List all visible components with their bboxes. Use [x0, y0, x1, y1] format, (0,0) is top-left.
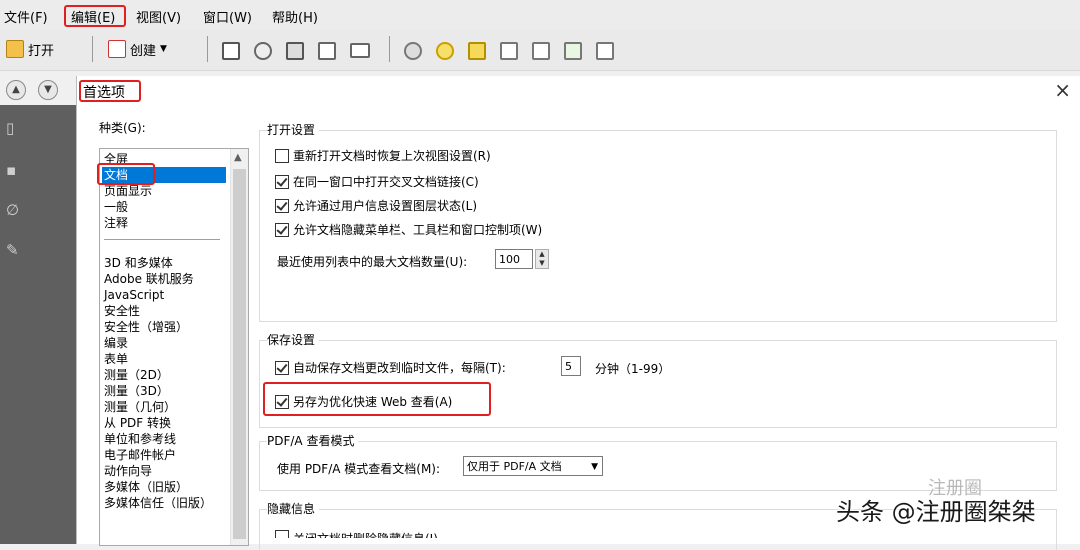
- toolbar: 打开 创建 ▼: [0, 30, 1080, 71]
- create-button[interactable]: 创建 ▼: [108, 38, 167, 60]
- restore-view-checkbox[interactable]: 重新打开文档时恢复上次视图设置(R): [275, 147, 491, 164]
- save-icon[interactable]: [222, 42, 240, 60]
- left-navigation-pane: ▯ ▪ ∅ ✎: [0, 105, 76, 544]
- recent-docs-stepper[interactable]: ▲ ▼: [535, 249, 549, 269]
- menu-view[interactable]: 视图(V): [136, 7, 181, 26]
- checkbox-checked[interactable]: [275, 198, 289, 213]
- checkbox-checked[interactable]: [275, 222, 289, 237]
- chevron-down-icon: ▼: [160, 44, 167, 54]
- signature-icon[interactable]: ✎: [6, 241, 22, 259]
- save-settings-title: 保存设置: [267, 331, 320, 348]
- checkbox-checked[interactable]: [275, 360, 289, 375]
- category-item[interactable]: JavaScript: [102, 287, 226, 303]
- category-item[interactable]: 页面显示: [102, 183, 226, 199]
- upload-icon[interactable]: [254, 42, 272, 60]
- folder-open-icon: [6, 40, 24, 58]
- edit-icon[interactable]: [318, 42, 336, 60]
- menu-window[interactable]: 窗口(W): [203, 7, 252, 26]
- category-item[interactable]: 测量（3D）: [102, 383, 226, 399]
- categories-scrollbar[interactable]: ▲: [230, 149, 248, 545]
- checkbox-label: 自动保存文档更改到临时文件，每隔(T):: [293, 361, 506, 375]
- open-settings-title: 打开设置: [267, 121, 320, 138]
- category-item[interactable]: 测量（几何）: [102, 399, 226, 415]
- pdfa-title: PDF/A 查看模式: [267, 432, 359, 449]
- close-icon[interactable]: ×: [1054, 78, 1071, 102]
- export-icon[interactable]: [564, 42, 582, 60]
- attachment-icon[interactable]: ∅: [6, 201, 22, 219]
- comment-icon[interactable]: [436, 42, 454, 60]
- category-item[interactable]: 编录: [102, 335, 226, 351]
- pdfa-mode-label: 使用 PDF/A 模式查看文档(M):: [277, 462, 441, 476]
- checkbox-label: 关闭文档时删除隐藏信息(I): [293, 530, 438, 538]
- pdfa-mode-select[interactable]: 仅用于 PDF/A 文档 ▼: [463, 456, 603, 476]
- chevron-down-icon: ▼: [591, 462, 598, 472]
- category-item[interactable]: 多媒体（旧版）: [102, 479, 226, 495]
- toolbar-separator: [92, 36, 93, 62]
- previous-page-icon[interactable]: ▲: [6, 80, 26, 100]
- autosave-interval-input[interactable]: 5: [561, 356, 581, 376]
- category-item[interactable]: Adobe 联机服务: [102, 271, 226, 287]
- gear-icon[interactable]: [404, 42, 422, 60]
- list-divider: [104, 239, 220, 240]
- open-label: 打开: [28, 43, 55, 59]
- category-item[interactable]: 安全性: [102, 303, 226, 319]
- checkbox-label: 重新打开文档时恢复上次视图设置(R): [293, 149, 491, 163]
- create-label: 创建: [130, 43, 157, 59]
- dialog-title-bar: 首选项 ×: [77, 76, 1080, 104]
- checkbox-label: 在同一窗口中打开交叉文档链接(C): [293, 175, 479, 189]
- checkbox-unchecked[interactable]: [275, 148, 289, 163]
- create-icon: [108, 40, 126, 58]
- next-page-icon[interactable]: ▼: [38, 80, 58, 100]
- clipboard-icon[interactable]: [596, 42, 614, 60]
- highlight-menu-edit: [64, 5, 126, 27]
- category-item[interactable]: 测量（2D）: [102, 367, 226, 383]
- recent-docs-label: 最近使用列表中的最大文档数量(U):: [277, 255, 468, 269]
- category-item[interactable]: 表单: [102, 351, 226, 367]
- scroll-up-icon[interactable]: ▲: [234, 152, 242, 163]
- category-item[interactable]: 电子邮件帐户: [102, 447, 226, 463]
- scrollbar-thumb[interactable]: [233, 169, 246, 539]
- autosave-checkbox[interactable]: 自动保存文档更改到临时文件，每隔(T):: [275, 359, 506, 376]
- cross-doc-links-checkbox[interactable]: 在同一窗口中打开交叉文档链接(C): [275, 173, 479, 190]
- menu-help[interactable]: 帮助(H): [272, 7, 318, 26]
- categories-label: 种类(G):: [99, 121, 146, 135]
- layer-state-checkbox[interactable]: 允许通过用户信息设置图层状态(L): [275, 197, 477, 214]
- hide-menubar-checkbox[interactable]: 允许文档隐藏菜单栏、工具栏和窗口控制项(W): [275, 221, 542, 238]
- category-item[interactable]: 单位和参考线: [102, 431, 226, 447]
- pages-icon[interactable]: ▯: [6, 119, 22, 137]
- checkbox-unchecked[interactable]: [275, 530, 289, 538]
- pdfa-mode-value: 仅用于 PDF/A 文档: [467, 460, 562, 473]
- category-item[interactable]: 多媒体信任（旧版）: [102, 495, 226, 511]
- pdf-icon[interactable]: [500, 42, 518, 60]
- toolbar-separator: [389, 36, 390, 62]
- highlight-icon[interactable]: [468, 42, 486, 60]
- hidden-info-title: 隐藏信息: [267, 500, 320, 517]
- highlight-category-document: [97, 163, 155, 185]
- doc-icon[interactable]: [532, 42, 550, 60]
- recent-docs-input[interactable]: 100: [495, 249, 533, 269]
- category-item[interactable]: 安全性（增强）: [102, 319, 226, 335]
- open-settings-group: 打开设置 重新打开文档时恢复上次视图设置(R) 在同一窗口中打开交叉文档链接(C…: [259, 121, 1057, 322]
- menu-bar: 文件(F) 编辑(E) 视图(V) 窗口(W) 帮助(H): [0, 0, 1080, 30]
- menu-file[interactable]: 文件(F): [4, 7, 48, 26]
- categories-list[interactable]: 全屏 文档 页面显示 一般 注释 3D 和多媒体 Adobe 联机服务 Java…: [99, 148, 249, 546]
- checkbox-label: 允许通过用户信息设置图层状态(L): [293, 199, 478, 213]
- open-button[interactable]: 打开: [6, 38, 54, 60]
- bookmark-icon[interactable]: ▪: [6, 161, 22, 179]
- category-item[interactable]: 注释: [102, 215, 226, 231]
- print-icon[interactable]: [286, 42, 304, 60]
- remove-hidden-info-checkbox[interactable]: 关闭文档时删除隐藏信息(I): [275, 530, 438, 538]
- category-item[interactable]: 3D 和多媒体: [102, 255, 226, 271]
- toolbar-separator: [207, 36, 208, 62]
- checkbox-label: 允许文档隐藏菜单栏、工具栏和窗口控制项(W): [293, 223, 543, 237]
- category-item[interactable]: 一般: [102, 199, 226, 215]
- category-item[interactable]: 从 PDF 转换: [102, 415, 226, 431]
- highlight-fast-web-view: [263, 382, 491, 416]
- mail-icon[interactable]: [350, 43, 370, 58]
- category-item[interactable]: 动作向导: [102, 463, 226, 479]
- checkbox-checked[interactable]: [275, 174, 289, 189]
- highlight-dialog-title: [79, 80, 141, 102]
- autosave-unit: 分钟（1-99）: [595, 362, 671, 376]
- watermark-text: 头条 @注册圈桀桀: [836, 498, 1036, 526]
